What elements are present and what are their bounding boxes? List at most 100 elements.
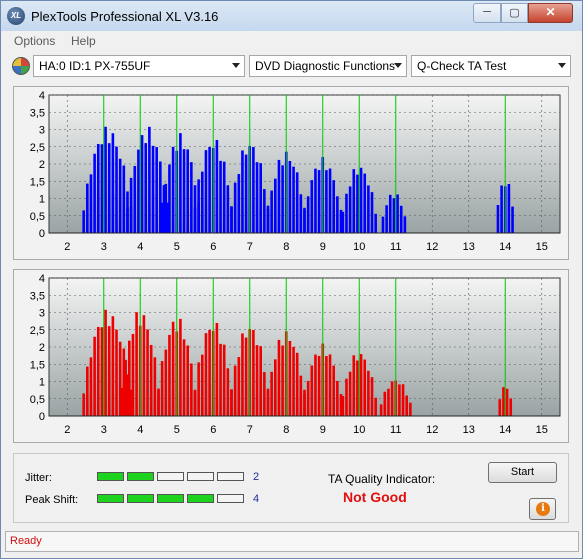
close-button[interactable]: ✕	[528, 3, 573, 23]
status-bar: Ready	[5, 531, 579, 552]
test-select[interactable]: Q-Check TA Test	[411, 55, 571, 77]
bar	[255, 345, 259, 416]
bar	[383, 391, 387, 416]
bar	[388, 194, 392, 233]
bar	[385, 205, 388, 233]
bar	[140, 135, 144, 233]
bar	[179, 133, 182, 233]
bar	[306, 196, 310, 233]
bar	[345, 378, 348, 416]
drive-icon	[12, 57, 30, 75]
bar	[252, 147, 255, 233]
close-icon: ✕	[545, 5, 556, 19]
status-text: Ready	[10, 535, 42, 547]
bar	[332, 365, 335, 416]
x-tick-label: 11	[390, 424, 401, 436]
function-select[interactable]: DVD Diagnostic Functions	[249, 55, 407, 77]
bar	[409, 402, 412, 416]
drive-select[interactable]: HA:0 ID:1 PX-755UF	[33, 55, 245, 77]
toolbar: HA:0 ID:1 PX-755UF DVD Diagnostic Functi…	[1, 52, 582, 80]
bar	[496, 205, 500, 233]
minimize-button[interactable]: ─	[473, 3, 501, 23]
y-tick-label: 3,5	[30, 107, 45, 119]
x-tick-label: 9	[320, 241, 326, 253]
bar	[197, 362, 200, 416]
bar	[367, 370, 370, 416]
x-tick-label: 2	[64, 241, 70, 253]
bar	[153, 357, 157, 416]
bar	[122, 165, 126, 233]
bar	[160, 361, 164, 416]
bar	[244, 154, 248, 233]
bar	[374, 397, 377, 416]
bar	[401, 384, 405, 416]
bar	[233, 182, 237, 233]
bar	[332, 180, 335, 233]
y-tick-label: 4	[39, 273, 45, 285]
x-tick-label: 4	[137, 241, 143, 253]
x-tick-label: 8	[283, 241, 289, 253]
bar	[208, 146, 211, 233]
title-bar: XL PlexTools Professional XL V3.16 ─ ▢ ✕	[1, 1, 582, 31]
x-tick-label: 15	[536, 241, 548, 253]
bar	[341, 395, 345, 416]
bar	[370, 192, 374, 233]
bar	[128, 340, 131, 416]
bar	[405, 395, 408, 416]
menu-help[interactable]: Help	[71, 34, 96, 48]
bar	[111, 133, 115, 233]
bar	[263, 372, 266, 416]
app-logo-icon: XL	[7, 7, 25, 25]
bar	[222, 161, 226, 233]
bar	[288, 160, 292, 233]
start-button[interactable]: Start	[488, 462, 557, 483]
bar	[219, 160, 222, 233]
bar	[190, 162, 193, 233]
bar	[500, 185, 503, 233]
bar	[215, 322, 219, 416]
bar	[204, 150, 208, 233]
x-tick-label: 2	[64, 424, 70, 436]
bar	[126, 207, 129, 233]
ta-quality-label: TA Quality Indicator:	[328, 472, 436, 486]
bar	[314, 168, 317, 233]
minimize-icon: ─	[483, 6, 491, 18]
bar	[266, 390, 270, 416]
meter-segment	[217, 494, 244, 503]
bar	[115, 146, 118, 233]
bar	[259, 346, 262, 416]
bar	[164, 349, 168, 416]
meter-segment	[97, 472, 124, 481]
bar	[219, 343, 222, 416]
x-tick-label: 7	[247, 424, 253, 436]
y-tick-label: 3	[39, 308, 45, 320]
bar	[379, 404, 383, 416]
bar	[317, 355, 321, 416]
x-tick-label: 6	[210, 424, 216, 436]
jitter-chart: 0 0,5 1 1,5 2 2,5 3 3,5 4 2 3 4 5 6 7 8 9 10 11 12 13 14 15	[13, 86, 569, 260]
chevron-down-icon	[232, 63, 240, 68]
info-button[interactable]: i	[529, 498, 556, 520]
bar	[281, 165, 284, 233]
bar	[367, 185, 370, 233]
bar	[310, 180, 314, 233]
bar	[270, 371, 273, 416]
maximize-icon: ▢	[509, 7, 520, 19]
bar	[348, 186, 352, 233]
chevron-down-icon	[558, 63, 566, 68]
bar	[120, 387, 124, 416]
bar	[149, 344, 153, 416]
drive-select-value: HA:0 ID:1 PX-755UF	[39, 59, 151, 73]
y-tick-label: 2	[39, 159, 45, 171]
bar	[204, 333, 208, 416]
bar	[157, 390, 160, 416]
jitter-label: Jitter:	[25, 472, 52, 484]
meter-segment	[187, 494, 214, 503]
bar	[104, 126, 107, 233]
maximize-button[interactable]: ▢	[501, 3, 528, 23]
bar	[266, 208, 270, 233]
bar	[511, 206, 514, 233]
bar	[171, 321, 175, 416]
bar	[398, 384, 401, 416]
menu-options[interactable]: Options	[14, 34, 55, 48]
